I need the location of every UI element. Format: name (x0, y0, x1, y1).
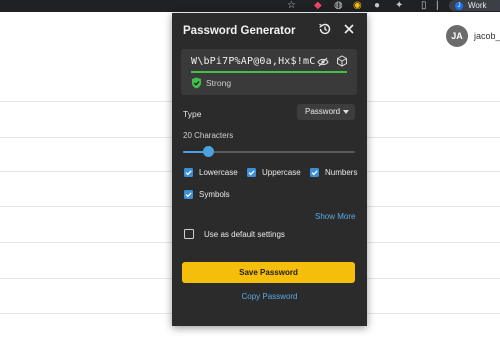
checkbox-uppercase[interactable] (247, 168, 256, 177)
caret-down-icon (343, 110, 349, 114)
profile-button[interactable]: J Work (449, 0, 500, 11)
length-slider-thumb[interactable] (203, 146, 214, 157)
type-label: Type (183, 109, 202, 119)
password-extension-icon[interactable]: ◉ (353, 0, 362, 12)
star-icon[interactable]: ☆ (287, 0, 296, 12)
puzzle-icon[interactable]: ✦ (395, 0, 403, 12)
extension-icon[interactable]: ◆ (314, 0, 322, 12)
password-display: W\bPi7P%AP@0a,Hx$!mC Strong (181, 49, 357, 95)
regenerate-icon[interactable] (336, 55, 348, 67)
type-select[interactable]: Password (297, 104, 355, 120)
option-symbols-label: Symbols (199, 190, 230, 199)
check-icon (311, 170, 318, 176)
check-icon (185, 170, 192, 176)
close-icon[interactable] (342, 22, 356, 36)
option-uppercase-label: Uppercase (262, 168, 301, 177)
avatar[interactable]: JA (446, 25, 468, 47)
copy-password-button[interactable]: Copy Password (172, 292, 367, 301)
option-symbols[interactable]: Symbols (184, 190, 230, 199)
type-select-value: Password (305, 107, 341, 116)
browser-toolbar: ☆ ◆ ◍ ◉ ● ✦ ▯ | J Work (0, 0, 500, 12)
popup-title: Password Generator (183, 25, 296, 37)
globe-icon[interactable]: ◍ (334, 0, 343, 12)
shield-check-icon (192, 77, 201, 89)
strength-label: Strong (206, 78, 232, 88)
strength-bar (191, 71, 347, 73)
option-lowercase[interactable]: Lowercase (184, 168, 238, 177)
option-numbers-label: Numbers (325, 168, 358, 177)
divider-icon: | (436, 0, 439, 11)
option-lowercase-label: Lowercase (199, 168, 238, 177)
profile-initial: J (455, 1, 463, 10)
strength-bar-fill (191, 71, 347, 73)
history-icon[interactable] (318, 22, 332, 36)
generated-password[interactable]: W\bPi7P%AP@0a,Hx$!mC (191, 56, 315, 67)
password-generator-popup: Password Generator W\bPi7P%AP@0a,Hx$!mC … (172, 13, 367, 326)
checkbox-default-settings[interactable] (184, 229, 194, 239)
hide-password-icon[interactable] (317, 56, 329, 68)
checkbox-numbers[interactable] (310, 168, 319, 177)
save-password-button[interactable]: Save Password (182, 262, 355, 283)
check-icon (185, 192, 192, 198)
side-panel-icon[interactable]: ▯ (421, 0, 427, 12)
profile-label: Work (468, 1, 487, 10)
check-icon (248, 170, 255, 176)
option-uppercase[interactable]: Uppercase (247, 168, 301, 177)
checkbox-lowercase[interactable] (184, 168, 193, 177)
default-settings-option[interactable]: Use as default settings (184, 229, 285, 239)
show-more-link[interactable]: Show More (315, 212, 355, 221)
checkbox-symbols[interactable] (184, 190, 193, 199)
default-settings-label: Use as default settings (204, 229, 285, 239)
record-icon[interactable]: ● (374, 0, 380, 12)
option-numbers[interactable]: Numbers (310, 168, 357, 177)
username[interactable]: jacob_ (474, 31, 500, 41)
characters-label: 20 Characters (183, 131, 234, 140)
